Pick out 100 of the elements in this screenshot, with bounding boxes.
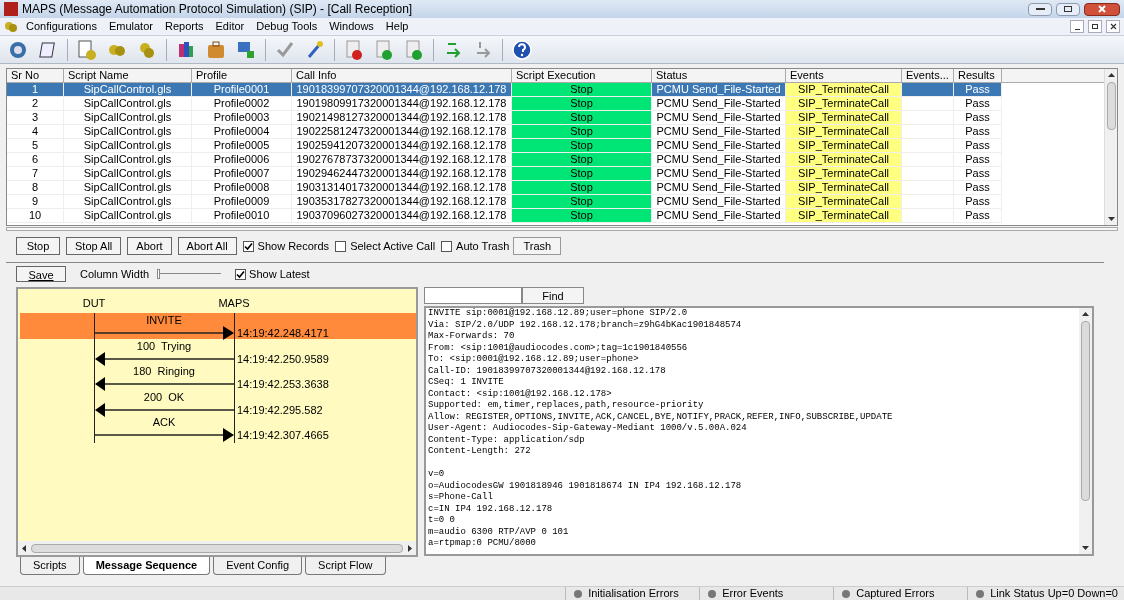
stop-cell[interactable]: Stop (512, 97, 652, 111)
app-menu-icon[interactable] (4, 20, 18, 33)
sip-headers-text: INVITE sip:0001@192.168.12.89;user=phone SIP/2.0 Via: SIP/2.0/UDP 192.168.12.178;branch=z9hG4bKac1901848574 Max-Forwards: 70 From: <sip:1001@audiocodes.com>;tag=1c1901840556 To: <sip:0001@192.168.12.89;user=phone> Call-ID: 19018399707320001344@192.168.12.178 CSeq: 1 INVITE Contact: <sip:1001@192.168.12.178> Supported: em,timer,replaces,path,resource-priority Allow: REGISTER,OPTIONS,INVITE,ACK,CANCEL,BYE,NOTIFY,PRACK,REFER,INFO,SUBSCRIBE,UPDATE User-Agent: Audiocodes-Sip-Gateway-Mediant 1000/v.5.00A.024 Content-Type: application/sdp Content-Length: 272 (428, 308, 894, 458)
status-text: Captured Errors (856, 586, 935, 600)
menu-item[interactable]: Windows (329, 18, 374, 35)
message-label[interactable]: 180 Ringing (133, 365, 195, 377)
stop-cell[interactable]: Stop (512, 111, 652, 125)
find-field[interactable] (424, 287, 522, 304)
menu-item[interactable]: Editor (215, 18, 245, 35)
table-cell: Pass (954, 181, 1002, 195)
stop-cell[interactable]: Stop (512, 209, 652, 223)
vertical-scrollbar[interactable] (1104, 69, 1117, 225)
tab[interactable]: Script Flow (305, 557, 386, 575)
column-header[interactable]: Status (652, 69, 786, 83)
status-indicator-icon (574, 589, 583, 598)
scroll-thumb[interactable] (31, 543, 403, 553)
stop-cell[interactable]: Stop (512, 167, 652, 181)
menu-item[interactable]: Reports (164, 18, 204, 35)
table-cell: 19021498127320001344@192.168.12.178 (292, 111, 512, 125)
restore-button[interactable] (1088, 20, 1102, 33)
checkbox-label: Show Latest (249, 266, 310, 282)
column-header[interactable]: Results (954, 69, 1002, 83)
button[interactable]: Trash (513, 237, 562, 255)
checkbox[interactable] (242, 240, 254, 252)
table-cell: Pass (954, 111, 1002, 125)
table-cell: 19019809917320001344@192.168.12.178 (292, 97, 512, 111)
minimize-button[interactable] (1028, 2, 1052, 16)
menu-item[interactable]: Emulator (108, 18, 153, 35)
message-label[interactable]: INVITE (146, 314, 182, 326)
tab[interactable]: Message Sequence (82, 557, 211, 575)
scroll-thumb[interactable] (1081, 321, 1090, 501)
minimize-button[interactable] (1070, 20, 1084, 33)
scroll-thumb[interactable] (1106, 82, 1116, 130)
button[interactable]: Abort All (177, 237, 237, 255)
menu-item[interactable]: Help (385, 18, 409, 35)
save-button[interactable]: Save (16, 266, 66, 282)
stop-cell[interactable]: Stop (512, 153, 652, 167)
table-cell: 19031314017320001344@192.168.12.178 (292, 181, 512, 195)
table-cell: Profile0009 (192, 195, 292, 209)
close-button[interactable] (1106, 20, 1120, 33)
stop-cell[interactable]: Stop (512, 195, 652, 209)
checkbox[interactable] (441, 240, 453, 252)
status-text: Link Status Up=0 Down=0 (990, 586, 1118, 600)
table-cell: PCMU Send_File-Started (652, 167, 786, 181)
document-icon[interactable] (403, 38, 425, 61)
close-button[interactable] (1084, 2, 1120, 16)
table-cell: SipCallControl.gls (64, 195, 192, 209)
column-header[interactable]: Sr No (7, 69, 64, 83)
stop-cell[interactable]: Stop (512, 83, 652, 97)
restore-button[interactable] (1056, 2, 1080, 16)
close-icon (1109, 23, 1117, 30)
table-cell: Pass (954, 97, 1002, 111)
stop-cell[interactable]: Stop (512, 125, 652, 139)
horizontal-scrollbar[interactable] (18, 541, 416, 555)
column-header[interactable]: Call Info (292, 69, 512, 83)
table-cell: Pass (954, 195, 1002, 209)
stop-cell[interactable]: Stop (512, 139, 652, 153)
column-header[interactable]: Events... (902, 69, 954, 83)
button[interactable]: Abort (127, 237, 172, 255)
help-icon[interactable] (511, 38, 533, 61)
checkbox[interactable] (235, 268, 247, 280)
briefcase-icon[interactable] (205, 38, 227, 61)
message-label[interactable]: 200 OK (143, 390, 185, 403)
checkbox[interactable] (335, 240, 347, 252)
document-icon[interactable] (373, 38, 395, 61)
event-cell: SIP_TerminateCall (786, 83, 902, 97)
table-cell: Pass (954, 83, 1002, 97)
column-header[interactable]: Events (786, 69, 902, 83)
table-cell: SipCallControl.gls (64, 139, 192, 153)
column-header[interactable]: Script Execution (512, 69, 652, 83)
menu-item[interactable]: Configurations (26, 18, 97, 35)
button[interactable]: Stop (16, 237, 60, 255)
checkbox-label: Show Records (257, 238, 330, 254)
vertical-scrollbar[interactable] (1079, 308, 1092, 554)
document-icon[interactable] (343, 38, 365, 61)
tab[interactable]: Event Config (213, 557, 303, 575)
timestamp: 14:19:42.307.4665 (237, 429, 329, 441)
event-cell: SIP_TerminateCall (786, 97, 902, 111)
column-header[interactable]: Script Name (64, 69, 192, 83)
stop-cell[interactable]: Stop (512, 181, 652, 195)
slider-thumb[interactable] (157, 269, 161, 279)
document-icon[interactable] (76, 38, 98, 61)
scroll-right-icon[interactable] (407, 544, 412, 552)
button[interactable]: Stop All (66, 237, 122, 255)
message-label[interactable]: ACK (152, 416, 176, 428)
timestamp: 14:19:42.248.4171 (237, 327, 329, 339)
column-header[interactable]: Profile (192, 69, 292, 83)
table-cell: Profile0008 (192, 181, 292, 195)
table-cell: Pass (954, 125, 1002, 139)
scroll-left-icon[interactable] (22, 544, 27, 552)
timestamp: 14:19:42.250.9589 (237, 352, 329, 365)
tab[interactable]: Scripts (20, 557, 80, 575)
message-label[interactable]: 100 Trying (136, 339, 192, 352)
table-cell: 19035317827320001344@192.168.12.178 (292, 195, 512, 209)
find-button[interactable]: Find (522, 287, 584, 304)
event-cell: SIP_TerminateCall (786, 181, 902, 195)
table-cell: SipCallControl.gls (64, 181, 192, 195)
event-cell: SIP_TerminateCall (786, 195, 902, 209)
event-cell: SIP_TerminateCall (786, 209, 902, 223)
menu-item[interactable]: Debug Tools (256, 18, 318, 35)
